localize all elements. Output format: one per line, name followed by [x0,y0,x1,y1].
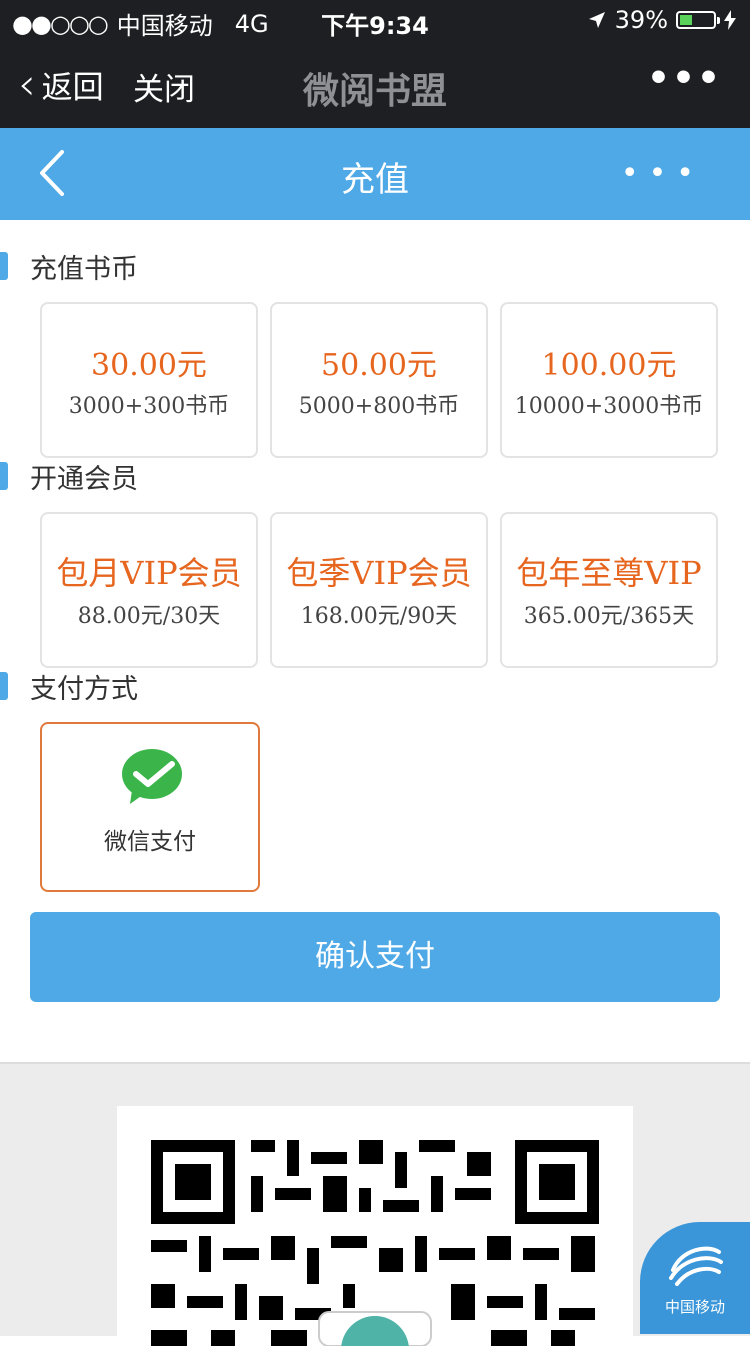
recharge-coins: 10000+3000书币 [514,394,704,419]
section-marker [0,672,8,700]
status-bar: ●●○○○ 中国移动 4G 下午9:34 39% [0,0,750,40]
membership-name: 包月VIP会员 [56,554,242,592]
battery-icon [676,11,720,29]
membership-name: 包季VIP会员 [286,554,472,592]
recharge-option-100[interactable]: 100.00元 10000+3000书币 [500,302,718,458]
membership-option-yearly[interactable]: 包年至尊VIP 365.00元/365天 [500,512,718,668]
wechat-nav-bar: ‹ 返回 关闭 微阅书盟 ••• [0,40,750,128]
section-marker [0,252,8,280]
location-arrow-icon [588,12,605,28]
qr-code-container [117,1106,633,1346]
wechat-more-button[interactable]: ••• [647,58,722,99]
wechat-pay-icon [122,749,182,804]
wechat-pay-option[interactable]: 微信支付 [40,722,260,892]
recharge-price: 30.00元 [91,348,207,383]
membership-detail: 365.00元/365天 [523,604,695,629]
membership-option-quarterly[interactable]: 包季VIP会员 168.00元/90天 [270,512,488,668]
recharge-option-30[interactable]: 30.00元 3000+300书币 [40,302,258,458]
qr-code-image [151,1140,599,1346]
status-right: 39% [587,6,736,34]
more-options-button[interactable]: ••• [621,156,704,191]
wechat-pay-label: 微信支付 [104,829,196,855]
app-header: 充值 ••• [0,128,750,220]
bottom-promo-area [0,1062,750,1346]
wechat-page-title: 微阅书盟 [302,71,447,112]
recharge-section-title: 充值书币 [30,253,138,285]
recharge-option-50[interactable]: 50.00元 5000+800书币 [270,302,488,458]
payment-section-title: 支付方式 [30,673,138,705]
battery-percent: 39% [614,6,668,34]
battery-fill [680,15,692,25]
recharge-section-header: 充值书币 [0,246,138,286]
confirm-payment-button[interactable]: 确认支付 [30,912,720,1002]
membership-detail: 168.00元/90天 [300,604,458,629]
membership-section-title: 开通会员 [30,463,138,495]
payment-section-header: 支付方式 [0,666,138,706]
china-mobile-label: 中国移动 [664,1298,725,1316]
membership-detail: 88.00元/30天 [77,604,221,629]
membership-section-header: 开通会员 [0,456,138,496]
recharge-price: 100.00元 [541,348,677,383]
recharge-coins: 5000+800书币 [298,394,460,419]
charging-bolt-icon [724,10,736,30]
recharge-price: 50.00元 [321,348,437,383]
section-marker [0,462,8,490]
china-mobile-logo-icon [669,1246,723,1286]
china-mobile-badge[interactable]: 中国移动 [640,1222,750,1334]
membership-name: 包年至尊VIP [516,554,702,592]
membership-option-monthly[interactable]: 包月VIP会员 88.00元/30天 [40,512,258,668]
recharge-coins: 3000+300书币 [68,394,230,419]
